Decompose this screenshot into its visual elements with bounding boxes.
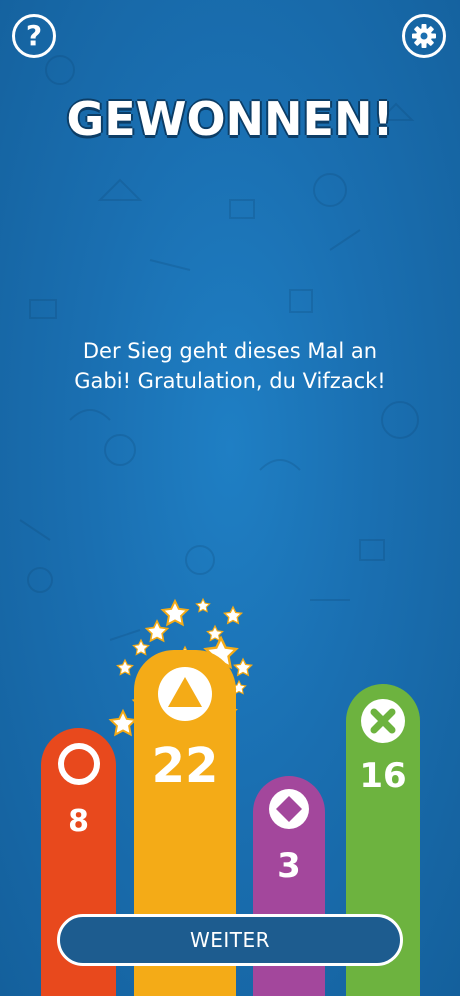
- settings-button[interactable]: [402, 14, 446, 58]
- page-title: GEWONNEN!: [66, 92, 394, 146]
- score-circle: 8: [68, 804, 89, 839]
- gear-icon: [412, 24, 436, 48]
- triangle-icon: [158, 667, 212, 721]
- score-triangle: 22: [151, 738, 219, 794]
- score-cross: 16: [359, 756, 407, 796]
- help-button[interactable]: ?: [12, 14, 56, 58]
- diamond-icon: [269, 789, 309, 829]
- cross-icon: [361, 699, 405, 743]
- score-diamond: 3: [277, 846, 301, 886]
- circle-icon: [57, 743, 100, 785]
- question-mark-icon: ?: [25, 19, 43, 52]
- winner-message: Der Sieg geht dieses Mal an Gabi! Gratul…: [74, 339, 386, 393]
- continue-button[interactable]: WEITER: [57, 914, 403, 966]
- continue-button-label: WEITER: [189, 928, 271, 952]
